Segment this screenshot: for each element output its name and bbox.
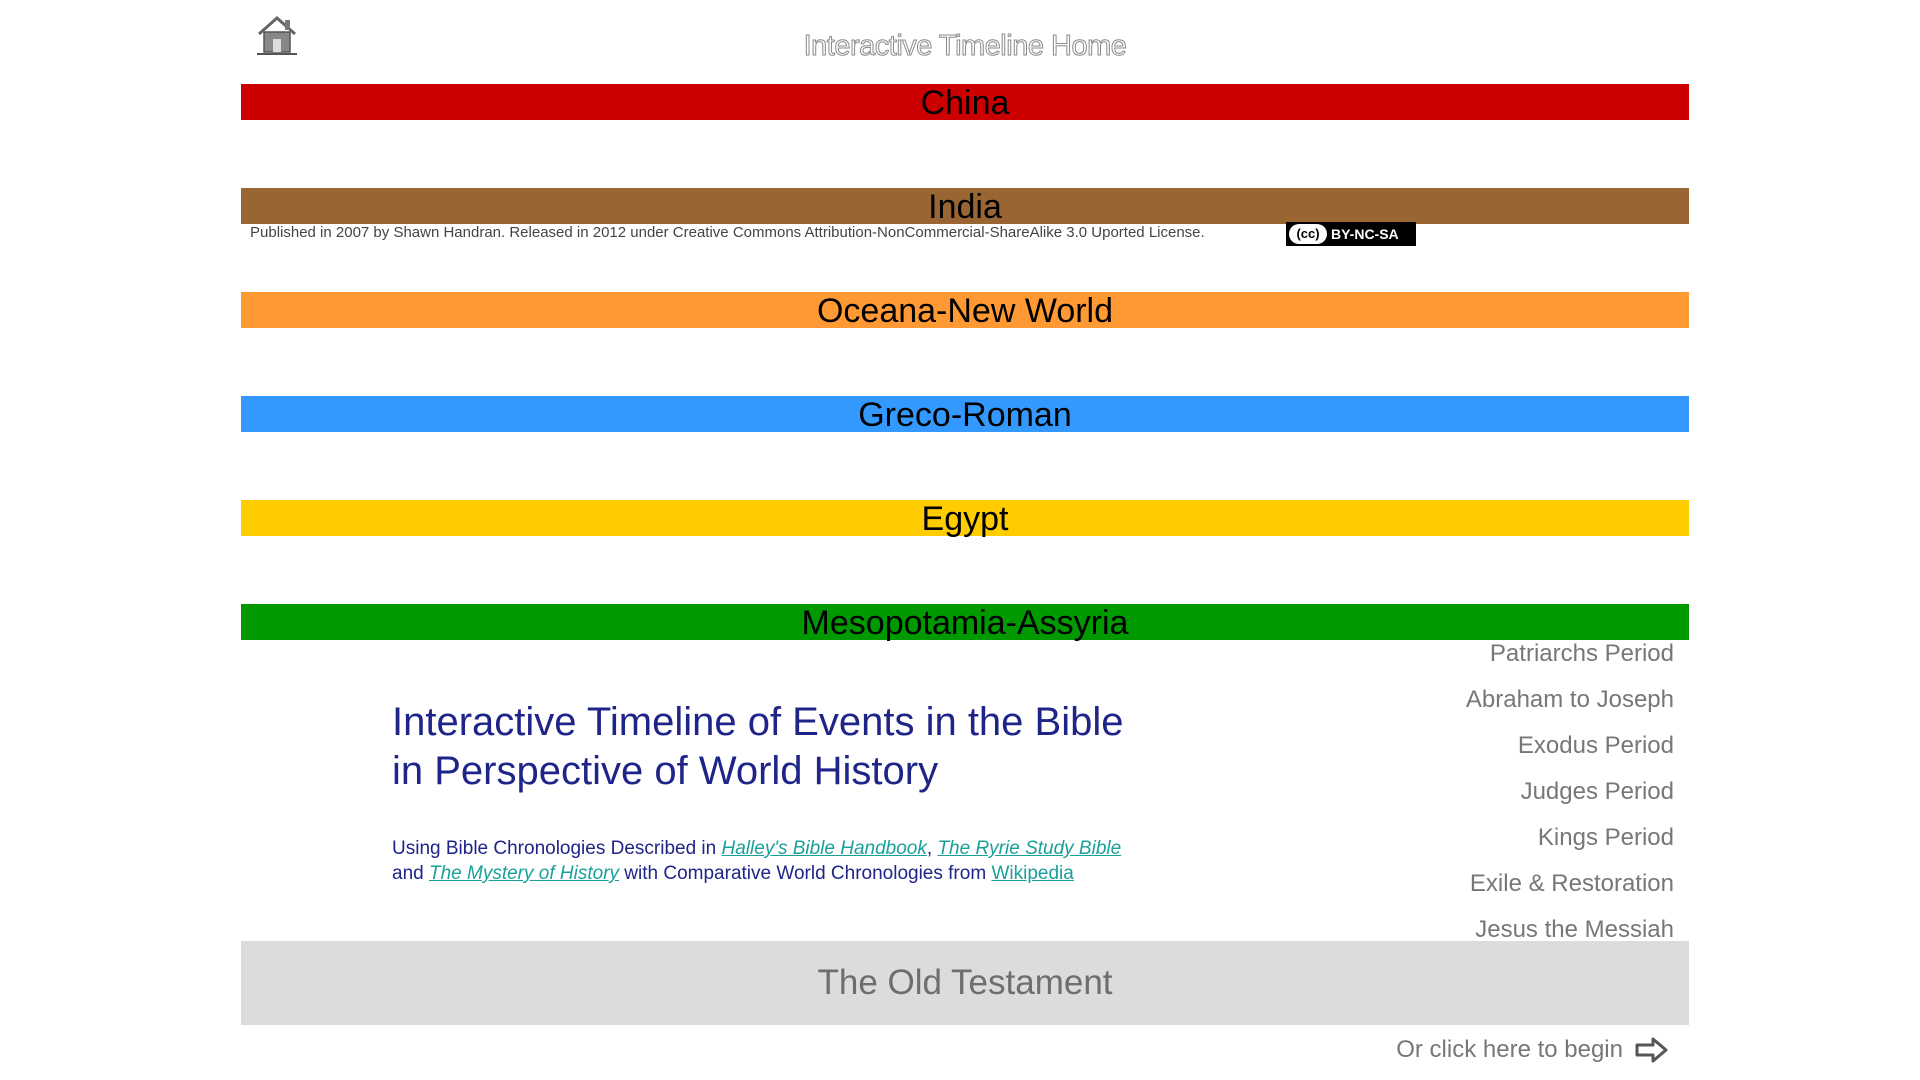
- page-title[interactable]: Interactive Timeline Home: [600, 30, 1330, 63]
- subtitle: Using Bible Chronologies Described in Ha…: [392, 836, 1292, 886]
- subtitle-and: and: [392, 863, 429, 884]
- period-exile-restoration[interactable]: Exile & Restoration: [1470, 870, 1674, 898]
- link-halleys-bible-handbook[interactable]: Halley's Bible Handbook: [722, 838, 927, 859]
- arrow-right-icon[interactable]: [1635, 1036, 1669, 1064]
- band-label: Mesopotamia-Assyria: [801, 604, 1129, 642]
- band-egypt[interactable]: Egypt: [241, 500, 1689, 538]
- band-china[interactable]: China: [241, 84, 1689, 122]
- subtitle-prefix: Using Bible Chronologies Described in: [392, 838, 722, 859]
- band-greco-roman[interactable]: Greco-Roman: [241, 396, 1689, 434]
- main-title-line-2: in Perspective of World History: [392, 749, 939, 793]
- period-patriarchs[interactable]: Patriarchs Period: [1490, 640, 1674, 668]
- subtitle-comma: ,: [926, 838, 938, 859]
- band-label: Egypt: [921, 500, 1009, 538]
- band-mesopotamia-assyria[interactable]: Mesopotamia-Assyria: [241, 604, 1689, 642]
- band-label: Oceana-New World: [816, 292, 1114, 330]
- license-text: Published in 2007 by Shawn Handran. Rele…: [250, 224, 1205, 241]
- period-abraham-to-joseph[interactable]: Abraham to Joseph: [1466, 686, 1674, 714]
- band-oceana-new-world[interactable]: Oceana-New World: [241, 292, 1689, 330]
- begin-link[interactable]: Or click here to begin: [1396, 1036, 1669, 1064]
- begin-label: Or click here to begin: [1396, 1036, 1623, 1063]
- subtitle-with: with Comparative World Chronologies from: [619, 863, 992, 884]
- link-wikipedia[interactable]: Wikipedia: [991, 863, 1073, 884]
- link-ryrie-study-bible[interactable]: The Ryrie Study Bible: [937, 838, 1121, 859]
- cc-license-badge[interactable]: (cc) BY-NC-SA: [1286, 222, 1416, 246]
- band-label: India: [928, 188, 1002, 226]
- old-testament-bar[interactable]: The Old Testament: [241, 941, 1689, 1025]
- period-jesus-the-messiah[interactable]: Jesus the Messiah: [1475, 916, 1674, 944]
- main-title-line-1: Interactive Timeline of Events in the Bi…: [392, 700, 1124, 744]
- main-title: Interactive Timeline of Events in the Bi…: [392, 698, 1212, 796]
- period-exodus[interactable]: Exodus Period: [1518, 732, 1674, 760]
- home-icon[interactable]: [255, 14, 299, 56]
- period-kings[interactable]: Kings Period: [1538, 824, 1674, 852]
- band-india[interactable]: India: [241, 188, 1689, 226]
- band-label: China: [920, 84, 1010, 122]
- cc-terms: BY-NC-SA: [1331, 226, 1399, 242]
- link-mystery-of-history[interactable]: The Mystery of History: [429, 863, 619, 884]
- band-label: Greco-Roman: [858, 396, 1072, 434]
- timeline-home-page: Interactive Timeline Home China India Pu…: [0, 0, 1920, 1080]
- period-judges[interactable]: Judges Period: [1521, 778, 1674, 806]
- cc-icon: (cc): [1289, 224, 1327, 244]
